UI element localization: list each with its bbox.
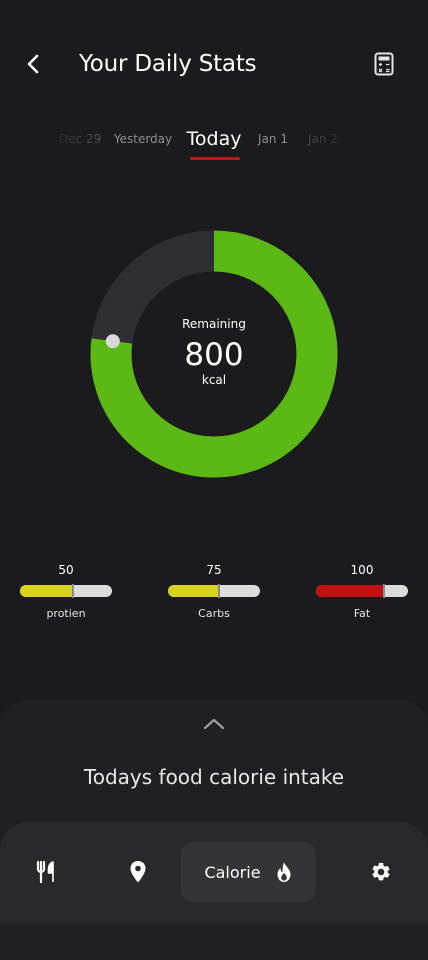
date-tab-today[interactable]: Today: [187, 128, 242, 150]
active-date-indicator: [190, 157, 240, 160]
carbs-label: Carbs: [198, 607, 230, 620]
calculator-icon: [374, 52, 394, 76]
flame-icon: [277, 862, 291, 882]
back-button[interactable]: [18, 48, 50, 80]
calorie-unit: kcal: [201, 373, 227, 387]
protein-value: 50: [58, 563, 74, 577]
calorie-ring: Remaining 800 kcal: [90, 230, 338, 478]
protein-bar[interactable]: [20, 585, 112, 597]
macro-bars: 50 protien 75 Carbs 100 Fat: [0, 560, 428, 630]
carbs-bar-fill: [168, 585, 219, 597]
remaining-calories-value: 800: [184, 337, 244, 373]
fat-value: 100: [350, 563, 374, 577]
nav-calorie[interactable]: Calorie: [181, 842, 316, 902]
carbs-bar-marker: [217, 584, 220, 598]
nav-settings[interactable]: [361, 842, 401, 902]
page-title: Your Daily Stats: [79, 51, 257, 77]
remaining-label: Remaining: [182, 317, 246, 331]
fat-bar-fill: [316, 585, 385, 597]
date-tab-dec-29[interactable]: Dec 29: [59, 132, 101, 146]
expand-sheet-button[interactable]: [198, 710, 230, 738]
food-intake-title: Todays food calorie intake: [83, 765, 345, 789]
fat-label: Fat: [353, 607, 371, 620]
date-tab-jan-2[interactable]: Jan 2: [308, 132, 338, 146]
carbs-bar[interactable]: [168, 585, 260, 597]
date-tab-yesterday[interactable]: Yesterday: [114, 132, 172, 146]
fork-knife-icon: [36, 860, 54, 884]
date-tab-jan-1[interactable]: Jan 1: [258, 132, 288, 146]
fat-bar[interactable]: [316, 585, 408, 597]
carbs-value: 75: [206, 563, 222, 577]
protein-bar-fill: [20, 585, 74, 597]
location-pin-icon: [130, 861, 146, 883]
nav-location[interactable]: [118, 842, 158, 902]
chevron-up-icon: [203, 718, 225, 730]
nav-calorie-label: Calorie: [204, 862, 261, 882]
protein-bar-marker: [72, 584, 75, 598]
calculator-button[interactable]: [370, 50, 398, 78]
protein-label: protien: [46, 607, 86, 620]
back-arrow-icon: [27, 54, 39, 74]
nav-food[interactable]: [26, 842, 66, 902]
gear-icon: [372, 862, 390, 881]
app-header: Your Daily Stats: [0, 0, 428, 130]
fat-bar-marker: [383, 584, 386, 598]
